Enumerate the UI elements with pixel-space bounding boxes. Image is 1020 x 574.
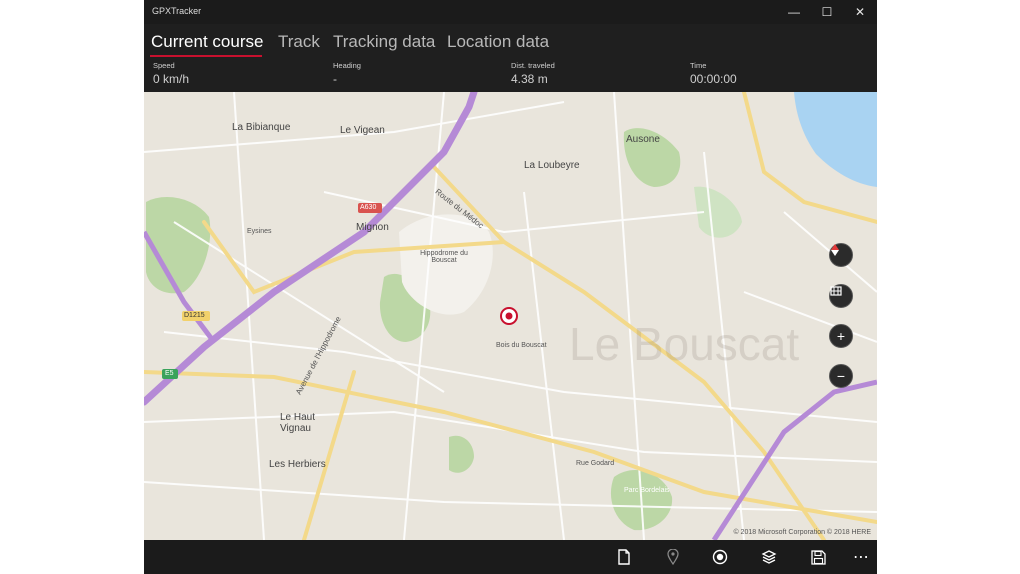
place-label: Hippodrome du Bouscat	[420, 250, 468, 264]
command-bar: ⋯	[144, 540, 877, 574]
layers-button[interactable]	[754, 540, 784, 574]
stat-value: 00:00:00	[690, 72, 737, 86]
title-bar: GPXTracker — ☐ ✕	[144, 0, 877, 24]
river-water	[794, 92, 877, 187]
stat-value: -	[333, 72, 337, 86]
minimize-icon: —	[788, 5, 800, 19]
road-badge-label: E5	[165, 370, 174, 377]
app-title: GPXTracker	[152, 6, 202, 16]
map-graphics	[144, 92, 877, 540]
stat-label: Speed	[153, 61, 175, 70]
layers-icon	[761, 550, 777, 564]
place-label: Le Haut Vignau	[280, 412, 316, 434]
more-button[interactable]: ⋯	[846, 540, 876, 574]
location-pin-button[interactable]	[658, 540, 688, 574]
tab-tracking-data[interactable]: Tracking data	[333, 32, 435, 52]
place-label: Le Vigean	[340, 125, 385, 136]
stats-panel: Speed 0 km/h Heading - Dist. traveled 4.…	[144, 60, 877, 92]
place-label: Ausone	[626, 134, 660, 145]
park-area	[146, 197, 211, 294]
zoom-out-icon: −	[836, 368, 846, 384]
current-location-dot	[505, 312, 513, 320]
street-label: Rue Godard	[576, 460, 615, 467]
stat-label: Heading	[333, 61, 361, 70]
stat-value: 0 km/h	[153, 72, 190, 86]
active-tab-indicator	[150, 55, 262, 57]
place-label: Bois du Bouscat	[496, 342, 547, 349]
close-button[interactable]: ✕	[843, 0, 877, 24]
new-file-icon	[618, 549, 630, 565]
zoom-out-button[interactable]: −	[829, 364, 853, 388]
record-button[interactable]	[705, 540, 735, 574]
maximize-icon: ☐	[821, 5, 833, 19]
location-pin-icon	[667, 549, 679, 565]
compass-icon	[831, 244, 839, 256]
map-copyright: © 2018 Microsoft Corporation © 2018 HERE	[733, 529, 871, 536]
minimize-button[interactable]: —	[777, 0, 811, 24]
tab-location-data[interactable]: Location data	[447, 32, 549, 52]
zoom-in-button[interactable]: +	[829, 324, 853, 348]
tab-current-course[interactable]: Current course	[151, 32, 263, 52]
map-style-button[interactable]	[829, 284, 853, 308]
place-label: Mignon	[356, 222, 389, 233]
save-icon	[810, 549, 826, 565]
close-icon: ✕	[854, 5, 866, 19]
place-label: Eysines	[247, 228, 272, 235]
place-label: Parc Bordelais	[624, 487, 670, 494]
stat-label: Dist. traveled	[511, 61, 555, 70]
maximize-button[interactable]: ☐	[810, 0, 844, 24]
zoom-in-icon: +	[836, 328, 846, 344]
map-area-watermark: Le Bouscat	[569, 318, 800, 370]
road-badge-label: A630	[360, 204, 377, 211]
stat-label: Time	[690, 61, 707, 70]
new-file-button[interactable]	[609, 540, 639, 574]
app-window: GPXTracker — ☐ ✕ Current course Track Tr…	[144, 0, 877, 574]
place-label: La Loubeyre	[524, 160, 580, 171]
place-label: La Bibianque	[232, 122, 291, 133]
stat-value: 4.38 m	[511, 72, 548, 86]
compass-button[interactable]	[829, 243, 853, 267]
more-icon: ⋯	[853, 549, 869, 566]
tab-track[interactable]: Track	[278, 32, 320, 52]
park-area	[449, 435, 474, 473]
map-view[interactable]: A630 D1215 E5 La Bibianque Le Vigean La …	[144, 92, 877, 540]
place-label: Les Herbiers	[269, 459, 326, 470]
road-badge-label: D1215	[184, 312, 205, 319]
save-button[interactable]	[803, 540, 833, 574]
record-icon	[712, 549, 728, 565]
map-style-icon	[830, 286, 842, 296]
